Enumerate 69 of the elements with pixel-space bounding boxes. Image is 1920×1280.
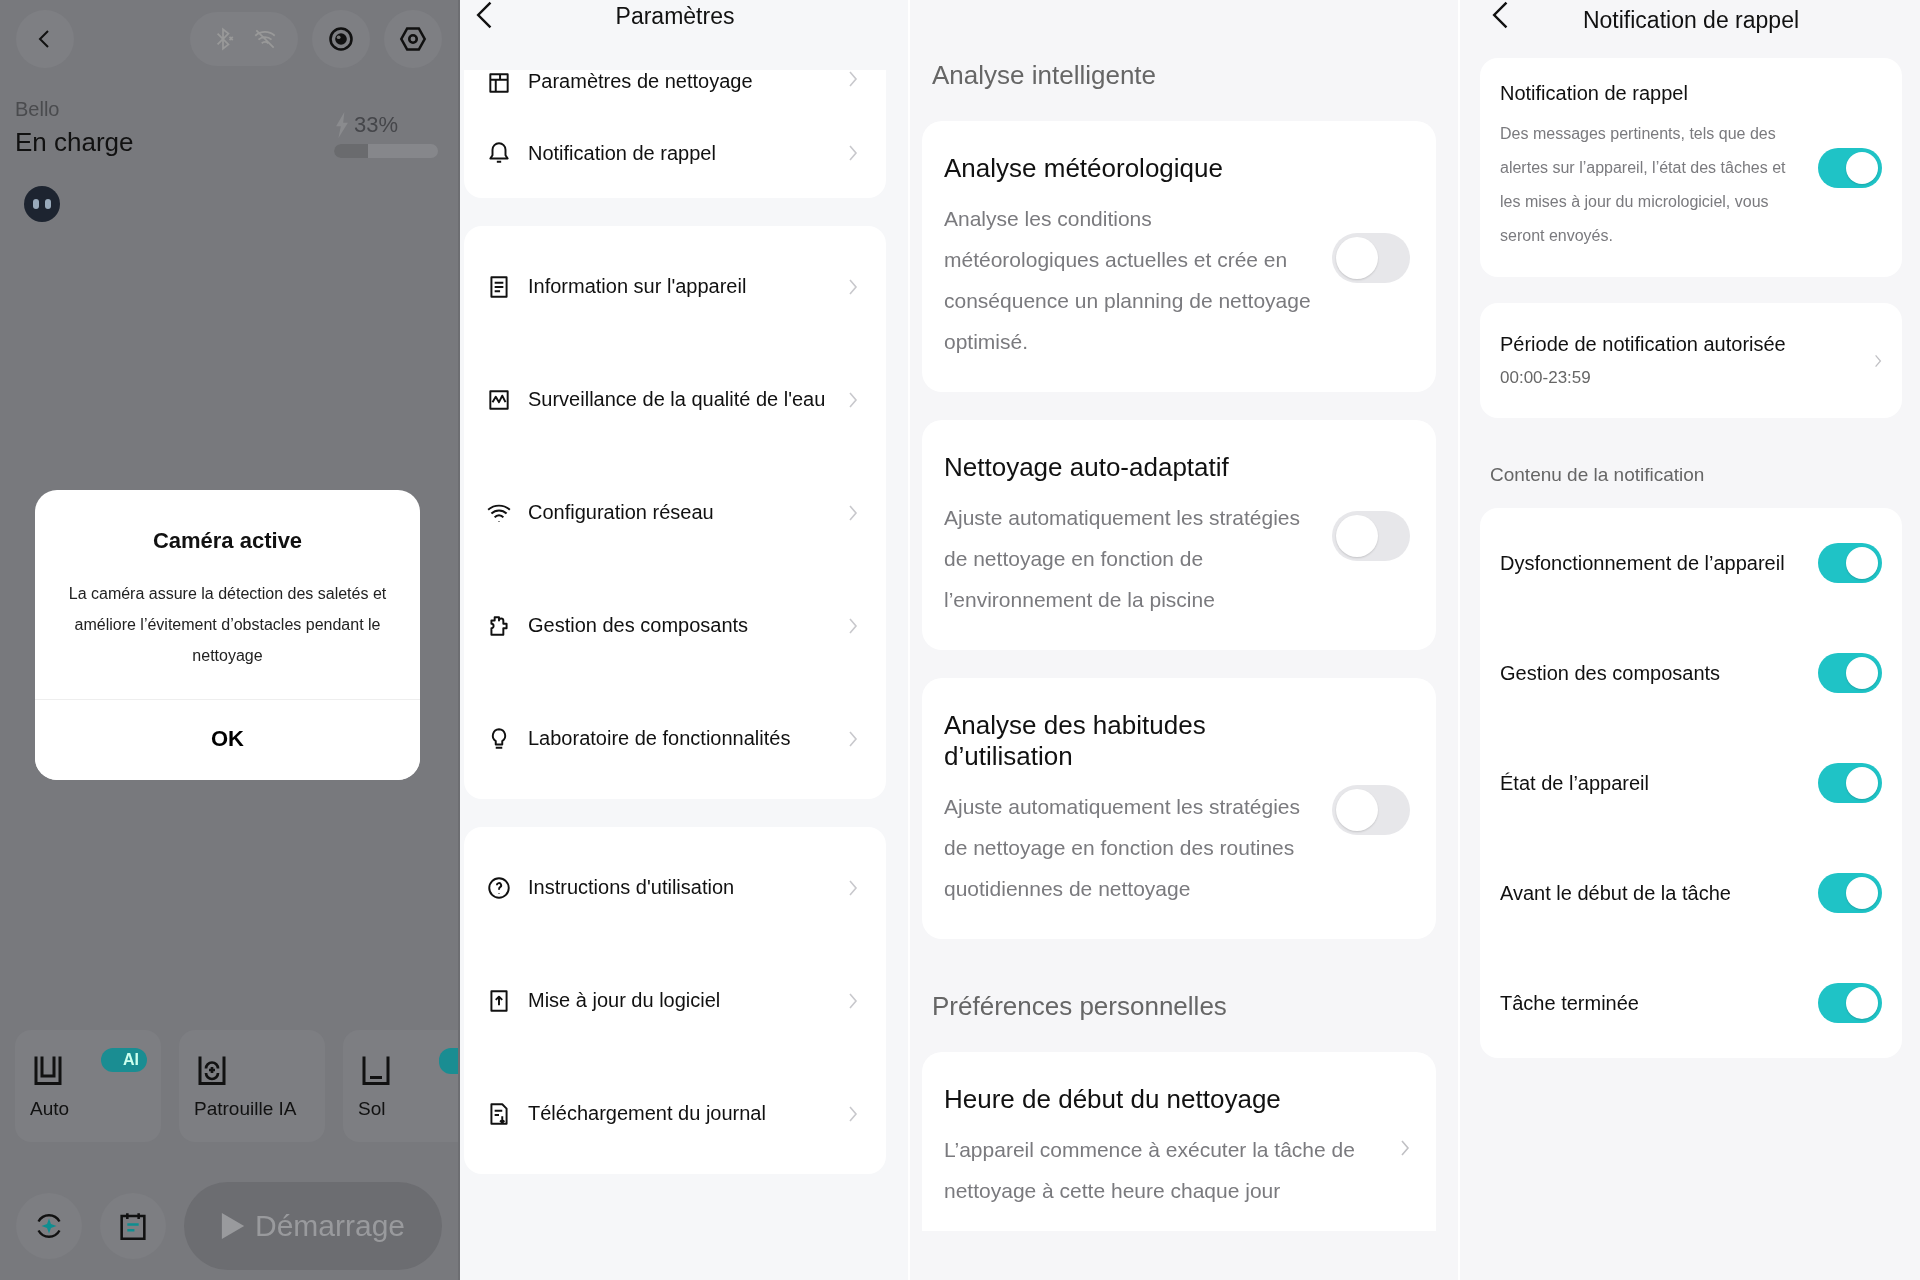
settings-item[interactable]: Téléchargement du journal [464,1057,886,1170]
chevron-icon [848,144,858,162]
menu-item-icon [486,874,512,901]
settings-item[interactable]: Mise à jour du logiciel [464,944,886,1057]
settings-item[interactable]: Surveillance de la qualité de l'eau [464,343,886,456]
mode-card[interactable]: Auto AI [15,1030,161,1142]
settings-item[interactable]: Paramètres de nettoyage [464,70,886,98]
play-icon [220,1213,245,1239]
feature-title: Analyse météorologique [944,153,1224,184]
chevron-icon [848,991,858,1010]
toggle-switch[interactable] [1818,763,1882,803]
feature-description: Analyse les conditions météorologiques actuelles et crée en conséquence un planning de nettoyage optimisé. [944,206,1312,355]
toggle-switch[interactable] [1818,653,1882,693]
setting-label: Tâche terminée [1500,991,1639,1015]
chevron-icon [848,390,858,409]
mode-card[interactable]: Patrouille IA [179,1030,325,1142]
feature-title: Heure de début du nettoyage [944,1084,1282,1115]
ok-button[interactable]: OK [35,699,420,780]
toggle-switch[interactable] [1818,543,1882,583]
settings-icon [399,25,427,53]
chevron-icon [1400,1138,1410,1157]
chevron-icon [1874,352,1882,369]
toggle-switch[interactable] [1818,873,1882,913]
setting-title: Notification de rappel [1500,82,1689,105]
dialog-title: Caméra active [151,527,304,555]
chevron-icon [848,878,858,897]
feature-title: Analyse des habitudes d’utilisation [944,710,1207,772]
toggle-switch[interactable] [1332,511,1410,561]
toggle-switch[interactable] [1332,232,1410,283]
notification-period-row[interactable]: Période de notification autorisée 00:00-23:59 [1480,303,1902,418]
device-status: En charge [15,127,134,158]
settings-item[interactable]: Gestion des composants [464,569,886,682]
setting-label: Avant le début de la tâche [1500,881,1731,905]
settings-item[interactable]: Information sur l'appareil [464,230,886,343]
section-header: Préférences personnelles [931,990,1228,1023]
ai-badge: AI [101,1048,147,1072]
menu-item-icon [486,70,512,96]
menu-item-icon [486,140,512,166]
screen-title: Paramètres [615,2,735,30]
setting-label: Dysfonctionnement de l’appareil [1500,551,1785,575]
chevron-icon [848,729,858,748]
chevron-icon [848,503,858,522]
feature-description: Ajuste automatiquement les stratégies de nettoyage en fonction des routines quotidiennes de nettoyage [944,794,1302,902]
settings-item[interactable]: Laboratoire de fonctionnalités [464,682,886,795]
feature-description: Ajuste automatiquement les stratégies de nettoyage en fonction de l’environnement de la piscine [944,505,1302,613]
setting-description: Des messages pertinents, tels que des alertes sur l’appareil, l’état des tâches et les mises à jour du micrologiciel, vous seront envoyés. [1500,124,1787,246]
screen-title: Notification de rappel [1582,6,1800,34]
section-header: Analyse intelligente [931,59,1158,92]
settings-item[interactable]: Notification de rappel [464,108,886,198]
feature-title: Nettoyage auto-adaptatif [944,452,1230,483]
eye-icon [327,25,355,53]
toggle-switch[interactable] [1818,147,1882,188]
setting-label: Gestion des composants [1500,661,1721,685]
chevron-icon [848,277,858,296]
chevron-icon [848,70,858,88]
robot-avatar-icon [22,184,62,224]
chevron-icon [848,1104,858,1123]
setting-label: État de l’appareil [1500,771,1649,795]
toggle-switch[interactable] [1818,983,1882,1023]
feature-description: L’appareil commence à exécuter la tâche de nettoyage à cette heure chaque jour [944,1137,1356,1204]
toggle-switch[interactable] [1332,784,1410,835]
dialog-message: La caméra assure la détection des saletés et améliore l’évitement d’obstacles pendant le nettoyage [67,584,388,666]
settings-item[interactable]: Configuration réseau [464,456,886,569]
setting-title: Période de notification autorisée [1500,333,1787,356]
settings-item[interactable]: Instructions d'utilisation [464,831,886,944]
section-header: Contenu de la notification [1489,463,1706,487]
chevron-icon [848,616,858,635]
mode-card[interactable]: Sol [343,1030,458,1142]
setting-value: 00:00-23:59 [1500,368,1592,388]
